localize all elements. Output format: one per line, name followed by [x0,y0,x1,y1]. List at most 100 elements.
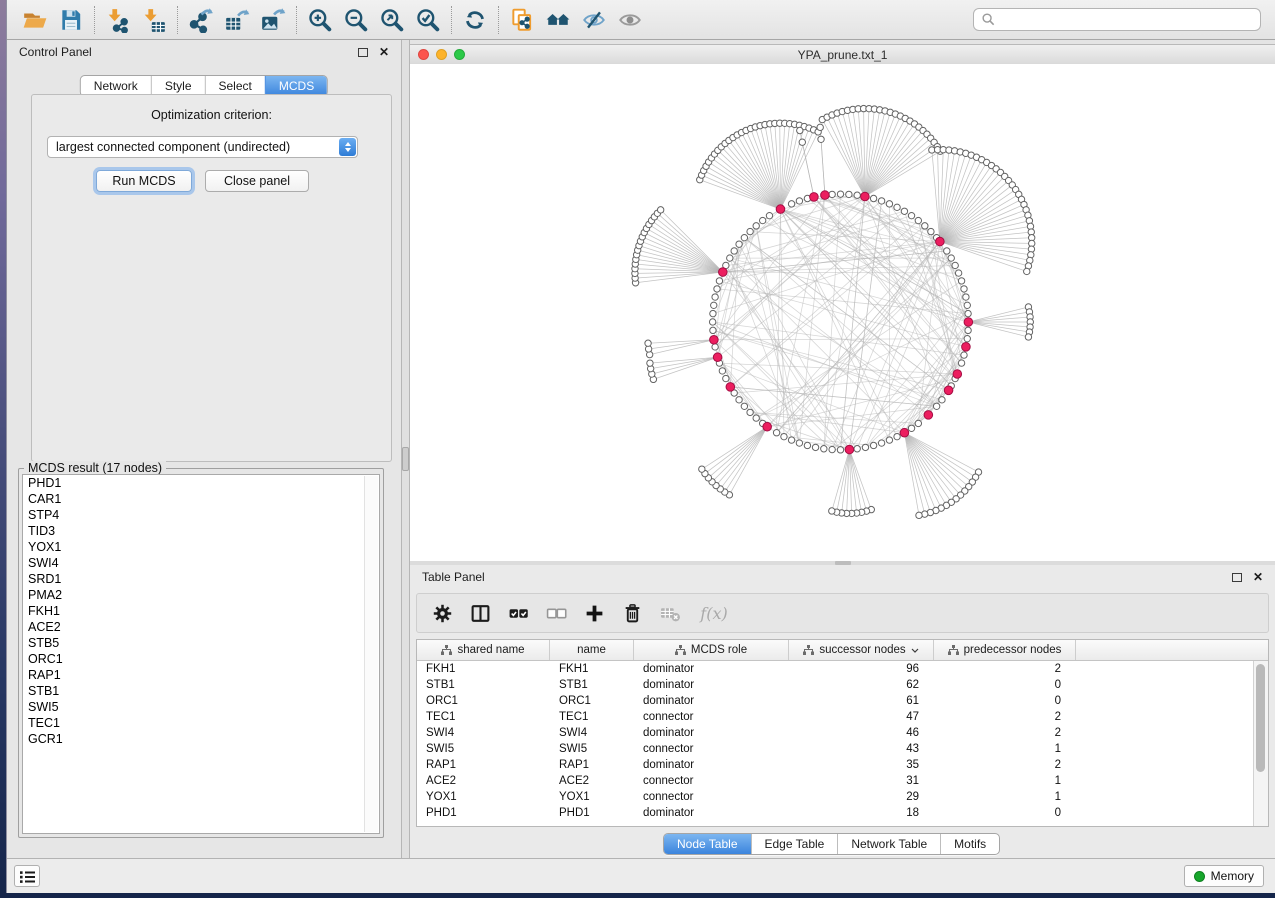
zoom-in-icon[interactable] [302,4,338,36]
clone-network-icon[interactable] [504,4,540,36]
mcds-result-list[interactable]: PHD1CAR1STP4TID3YOX1SWI4SRD1PMA2FKH1ACE2… [22,474,380,834]
graph-hub-node [776,205,785,214]
run-mcds-button[interactable]: Run MCDS [96,170,192,192]
mcds-result-item[interactable]: STB1 [23,683,379,699]
mcds-result-item[interactable]: PMA2 [23,587,379,603]
table-row[interactable]: RAP1RAP1dominator352 [417,757,1268,773]
table-row[interactable]: PHD1PHD1dominator180 [417,805,1268,821]
list-scrollbar[interactable] [364,476,378,832]
table-row[interactable]: ACE2ACE2connector311 [417,773,1268,789]
close-panel-icon[interactable]: ✕ [1253,572,1263,582]
graph-node [711,302,717,308]
refresh-layout-icon[interactable] [457,4,493,36]
network-window-titlebar[interactable]: YPA_prune.txt_1 [410,45,1275,65]
zoom-selected-icon[interactable] [410,4,446,36]
table-body: FKH1FKH1dominator962STB1STB1dominator620… [417,661,1268,821]
import-network-icon[interactable] [100,4,136,36]
column-header-name[interactable]: name [550,640,634,660]
maximize-window-icon[interactable] [454,49,465,60]
deselect-all-icon[interactable] [545,602,567,624]
mcds-result-item[interactable]: RAP1 [23,667,379,683]
mcds-result-item[interactable]: PHD1 [23,475,379,491]
column-header-MCDS-role[interactable]: MCDS role [634,640,789,660]
mcds-result-item[interactable]: SWI5 [23,699,379,715]
table-row[interactable]: SWI5SWI5connector431 [417,741,1268,757]
task-history-button[interactable] [14,865,40,887]
tab-edge-table[interactable]: Edge Table [751,834,838,854]
table-row[interactable]: FKH1FKH1dominator962 [417,661,1268,677]
criterion-dropdown[interactable]: largest connected component (undirected) [47,136,358,158]
mcds-result-item[interactable]: CAR1 [23,491,379,507]
select-all-icon[interactable] [507,602,529,624]
export-table-icon[interactable] [219,4,255,36]
vertical-splitter[interactable] [401,40,410,858]
graph-hub-node [962,343,971,352]
table-cell: 0 [934,695,1076,707]
tab-mcds[interactable]: MCDS [265,76,327,96]
tab-node-table[interactable]: Node Table [664,834,751,854]
table-cell: SWI4 [550,727,634,739]
minimize-window-icon[interactable] [436,49,447,60]
table-settings-icon[interactable] [431,602,453,624]
mcds-result-item[interactable]: SWI4 [23,555,379,571]
tab-network-table[interactable]: Network Table [837,834,940,854]
mcds-result-item[interactable]: GCR1 [23,731,379,747]
graph-node [759,217,765,223]
show-all-icon[interactable] [612,4,648,36]
table-row[interactable]: STB1STB1dominator620 [417,677,1268,693]
first-neighbors-icon[interactable] [540,4,576,36]
tab-motifs[interactable]: Motifs [940,834,999,854]
tab-select[interactable]: Select [205,76,265,96]
float-panel-icon[interactable] [358,48,368,57]
save-session-icon[interactable] [53,4,89,36]
export-image-icon[interactable] [255,4,291,36]
hide-selected-icon[interactable] [576,4,612,36]
mcds-result-item[interactable]: ORC1 [23,651,379,667]
mcds-result-item[interactable]: SRD1 [23,571,379,587]
graph-hub-node [953,370,962,379]
table-row[interactable]: SWI4SWI4dominator462 [417,725,1268,741]
zoom-fit-icon[interactable] [374,4,410,36]
graph-node [854,192,860,198]
scrollbar-thumb[interactable] [1256,664,1265,772]
add-icon[interactable] [583,602,605,624]
close-window-icon[interactable] [418,49,429,60]
open-file-icon[interactable] [17,4,53,36]
mcds-result-item[interactable]: YOX1 [23,539,379,555]
node-table[interactable]: shared namenameMCDS rolesuccessor nodesp… [416,639,1269,827]
close-panel-button[interactable]: Close panel [205,170,309,192]
mcds-result-item[interactable]: STB5 [23,635,379,651]
column-header-shared-name[interactable]: shared name [417,640,550,660]
mcds-result-item[interactable]: TID3 [23,523,379,539]
column-header-successor-nodes[interactable]: successor nodes [789,640,934,660]
import-table-icon[interactable] [136,4,172,36]
list-icon [18,869,37,884]
mcds-result-item[interactable]: TEC1 [23,715,379,731]
delete-icon[interactable] [621,602,643,624]
column-header-predecessor-nodes[interactable]: predecessor nodes [934,640,1076,660]
memory-button[interactable]: Memory [1184,865,1264,887]
search-field[interactable] [973,8,1261,31]
zoom-out-icon[interactable] [338,4,374,36]
tab-style[interactable]: Style [151,76,205,96]
table-scrollbar[interactable] [1253,661,1268,826]
table-row[interactable]: ORC1ORC1dominator610 [417,693,1268,709]
search-input[interactable] [1001,12,1253,28]
tab-network[interactable]: Network [81,76,151,96]
table-cell: FKH1 [417,663,550,675]
table-row[interactable]: YOX1YOX1connector291 [417,789,1268,805]
float-panel-icon[interactable] [1232,573,1242,582]
show-column-panel-icon[interactable] [469,602,491,624]
mcds-result-item[interactable]: FKH1 [23,603,379,619]
close-panel-icon[interactable]: ✕ [379,47,389,57]
optimization-criterion-label: Optimization criterion: [32,108,391,122]
splitter-grip[interactable] [402,447,409,471]
network-canvas[interactable] [410,64,1275,562]
toolbar-separator [296,6,297,34]
mcds-result-item[interactable]: STP4 [23,507,379,523]
table-cell: 46 [789,727,934,739]
table-row[interactable]: TEC1TEC1connector472 [417,709,1268,725]
graph-node [901,208,907,214]
mcds-result-item[interactable]: ACE2 [23,619,379,635]
export-network-icon[interactable] [183,4,219,36]
